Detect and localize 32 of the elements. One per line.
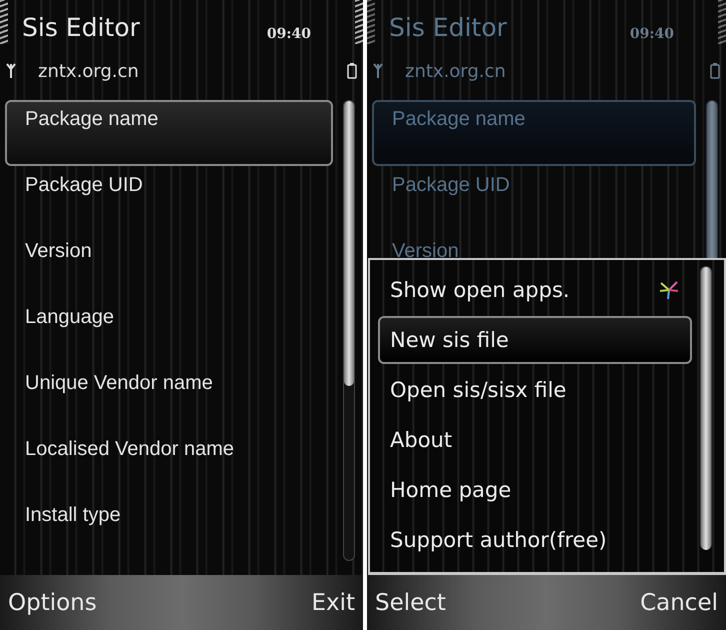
app-title: Sis Editor [22,13,141,44]
signal-antenna-icon [373,63,383,79]
signal-antenna-icon [6,63,16,79]
list-item[interactable]: Unique Vendor name [5,364,333,430]
battery-icon [710,63,720,79]
menu-item[interactable]: Open sis/sisx file [378,366,692,414]
menu-item[interactable]: Home page [378,466,692,514]
list-item[interactable]: Package name [5,100,333,166]
menu-item[interactable]: Support author(free) [378,516,692,564]
list-item[interactable]: Version [5,232,333,298]
clock: 09:40 [630,26,674,42]
left-softkey[interactable]: Select [375,590,446,616]
menu-item[interactable]: Show open apps. [378,266,692,314]
battery-icon [347,63,357,79]
menu-item[interactable]: New sis file [378,316,692,364]
subtitle: zntx.org.cn [404,60,507,82]
list-item[interactable]: Package UID [372,166,696,232]
app-title: Sis Editor [389,13,508,44]
menu-scrollbar[interactable] [700,266,712,550]
scrollbar[interactable] [343,100,355,561]
clock: 09:40 [266,26,311,42]
list-item[interactable]: Localised Vendor name [5,430,333,496]
subtitle: zntx.org.cn [37,60,140,82]
right-softkey[interactable]: Cancel [640,590,718,616]
right-softkey[interactable]: Exit [311,590,355,616]
left-softkey[interactable]: Options [8,590,97,616]
list-item[interactable]: Package UID [5,166,333,232]
list-item[interactable]: Install type [5,496,333,562]
list-item[interactable]: Package name [372,100,696,166]
menu-item[interactable]: About [378,416,692,464]
list-item[interactable]: Language [5,298,333,364]
apps-icon [658,279,680,301]
